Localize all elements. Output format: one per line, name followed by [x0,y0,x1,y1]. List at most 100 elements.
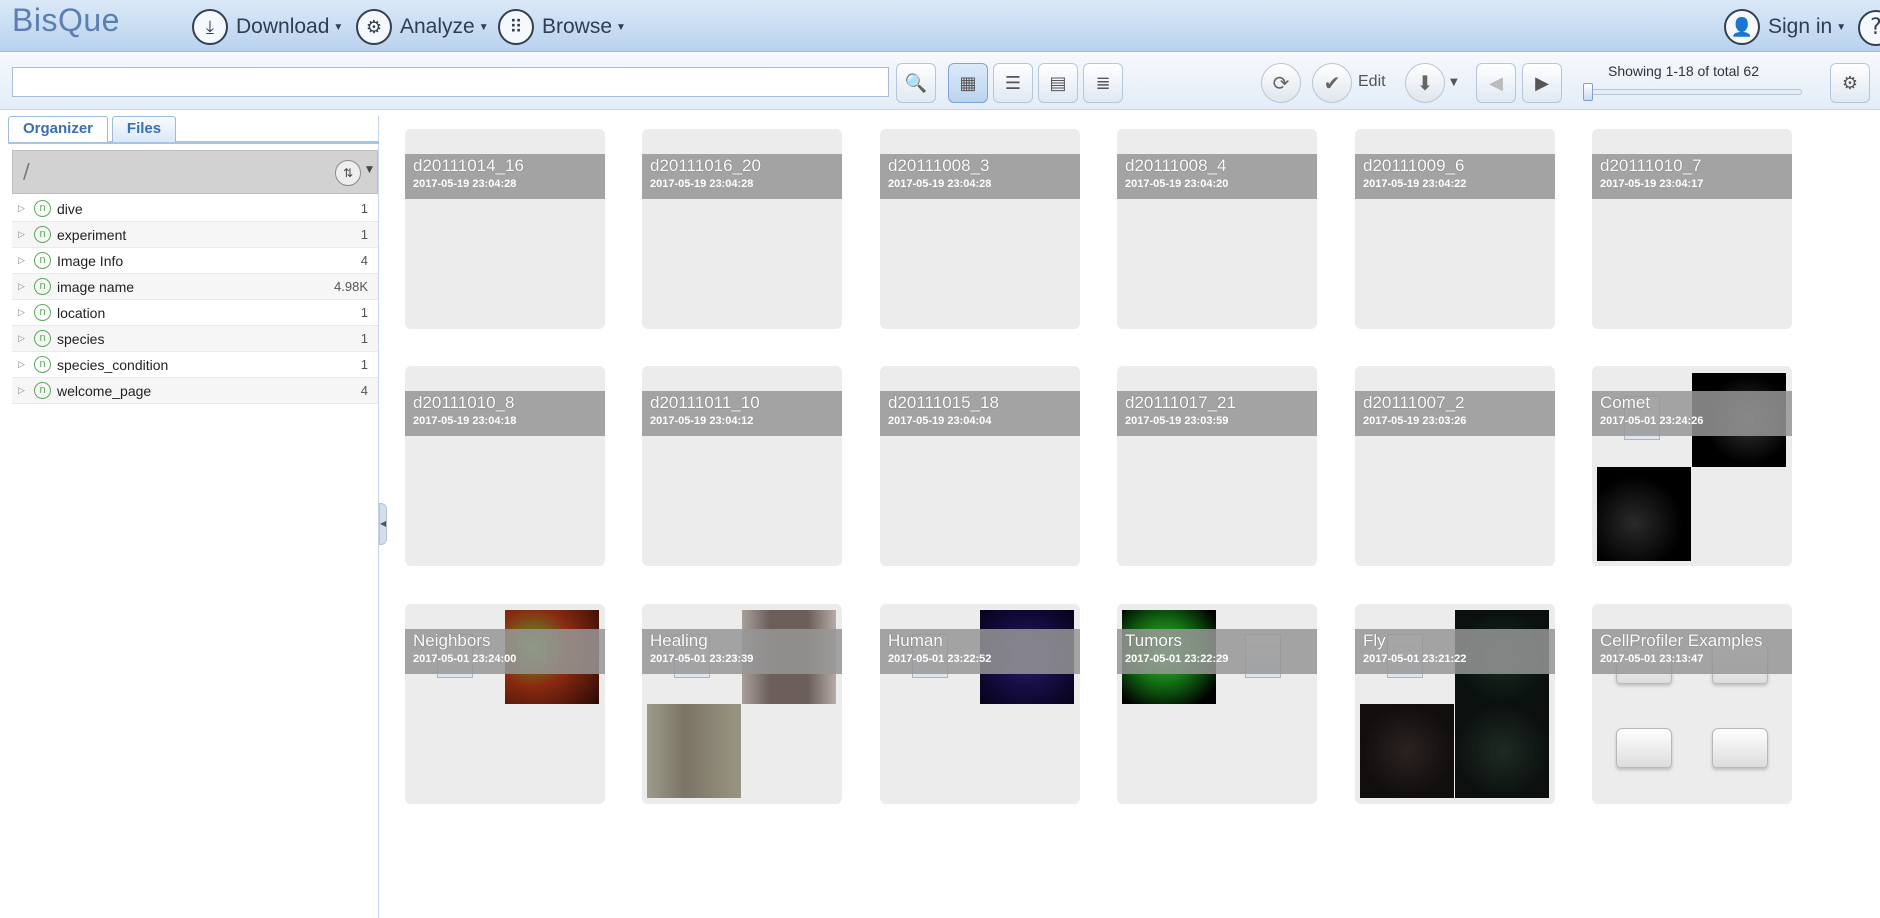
tab-organizer[interactable]: Organizer [8,116,108,142]
browse-menu[interactable]: ⠿ Browse ▼ [498,9,626,45]
chevron-down-icon: ▼ [478,21,489,33]
tag-node-icon: n [34,200,51,217]
card-date: 2017-05-01 23:22:29 [1125,653,1229,665]
resource-card[interactable]: d20111010_8 2017-05-19 23:04:18 [405,366,605,566]
view-cards-button[interactable]: ▤ [1038,63,1078,103]
card-title: Fly [1363,631,1386,650]
tree-item[interactable]: ▷ n species_condition 1 [12,352,378,378]
card-date: 2017-05-19 23:04:28 [650,178,754,190]
tree-item[interactable]: ▷ n Image Info 4 [12,248,378,274]
resource-card[interactable]: d20111010_7 2017-05-19 23:04:17 [1592,129,1792,329]
search-button[interactable]: 🔍 [896,63,936,103]
refresh-icon: ⟳ [1272,71,1290,95]
dataset-card[interactable]: Human 2017-05-01 23:22:52 [880,604,1080,804]
previous-page-button[interactable]: ◀ [1476,63,1516,103]
search-input[interactable] [12,67,889,97]
dataset-thumbnail [1360,704,1454,798]
card-date: 2017-05-19 23:03:26 [1363,415,1467,427]
tag-node-icon: n [34,382,51,399]
tree-item[interactable]: ▷ n location 1 [12,300,378,326]
sign-in-menu[interactable]: 👤 Sign in ▼ [1724,9,1846,45]
download-selected-button[interactable]: ⬇ [1405,63,1445,103]
dataset-card[interactable]: Neighbors 2017-05-01 23:24:00 [405,604,605,804]
tree-item-count: 4 [360,253,368,268]
card-title: d20111008_4 [1125,156,1227,175]
tab-files[interactable]: Files [112,116,176,142]
card-title: d20111014_16 [413,156,524,175]
tree-item[interactable]: ▷ n dive 1 [12,196,378,222]
chevron-down-icon[interactable]: ▼ [366,165,373,175]
tag-node-icon: n [34,226,51,243]
resource-card[interactable]: d20111011_10 2017-05-19 23:04:12 [642,366,842,566]
dataset-card[interactable]: Tumors 2017-05-01 23:22:29 [1117,604,1317,804]
browse-menu-label: Browse [542,15,613,38]
card-title: Tumors [1125,631,1182,650]
card-title: Neighbors [413,631,491,650]
search-icon: 🔍 [904,72,928,94]
settings-button[interactable]: ⚙ [1830,63,1870,103]
zoom-slider-track[interactable] [1584,89,1802,95]
collapse-panel-handle[interactable]: ◀ [379,503,387,545]
tree-item[interactable]: ▷ n species 1 [12,326,378,352]
help-icon[interactable]: ? [1858,10,1880,46]
tree-item-label: image name [57,279,135,295]
expand-arrow-icon[interactable]: ▷ [18,307,25,318]
sign-in-label: Sign in [1768,15,1833,38]
tag-node-icon: n [34,278,51,295]
dataset-card[interactable]: CellProfiler Examples 2017-05-01 23:13:4… [1592,604,1792,804]
tree-item[interactable]: ▷ n image name 4.98K [12,274,378,300]
download-icon: ⤓ [192,9,228,45]
dataset-thumbnail [1455,704,1549,798]
expand-arrow-icon[interactable]: ▷ [18,281,25,292]
tree-item-count: 1 [360,357,368,372]
expand-arrow-icon[interactable]: ▷ [18,255,25,266]
app-logo[interactable]: BisQue [12,2,120,39]
dataset-thumbnail [1597,467,1691,561]
expand-arrow-icon[interactable]: ▷ [18,359,25,370]
view-list-button[interactable]: ☰ [993,63,1033,103]
gear-icon: ⚙ [1841,72,1859,94]
sort-icon: ⇅ [342,166,354,180]
resource-card[interactable]: d20111014_16 2017-05-19 23:04:28 [405,129,605,329]
card-title: Healing [650,631,708,650]
arrow-down-icon: ⬇ [1416,71,1434,95]
resource-card[interactable]: d20111015_18 2017-05-19 23:04:04 [880,366,1080,566]
analyze-menu-label: Analyze [400,15,475,38]
resource-card[interactable]: d20111007_2 2017-05-19 23:03:26 [1355,366,1555,566]
tree-item-label: Image Info [57,253,124,269]
download-menu[interactable]: ⤓ Download ▼ [192,9,343,45]
resource-card[interactable]: d20111009_6 2017-05-19 23:04:22 [1355,129,1555,329]
view-details-button[interactable]: ≣ [1083,63,1123,103]
card-title: d20111010_8 [413,393,515,412]
zoom-slider-handle[interactable] [1583,83,1593,101]
dataset-card[interactable]: Fly 2017-05-01 23:21:22 [1355,604,1555,804]
tree-item-label: species [57,331,105,347]
next-page-button[interactable]: ▶ [1522,63,1562,103]
expand-arrow-icon[interactable]: ▷ [18,385,25,396]
edit-button[interactable]: ✔ [1312,63,1352,103]
resource-card[interactable]: d20111008_3 2017-05-19 23:04:28 [880,129,1080,329]
tree-item[interactable]: ▷ n experiment 1 [12,222,378,248]
card-date: 2017-05-01 23:13:47 [1600,653,1704,665]
expand-arrow-icon[interactable]: ▷ [18,333,25,344]
tree-item[interactable]: ▷ n welcome_page 4 [12,378,378,404]
refresh-button[interactable]: ⟳ [1261,63,1301,103]
resource-card[interactable]: d20111017_21 2017-05-19 23:03:59 [1117,366,1317,566]
resource-card[interactable]: d20111008_4 2017-05-19 23:04:20 [1117,129,1317,329]
edit-label[interactable]: Edit [1358,73,1386,91]
card-title: d20111017_21 [1125,393,1236,412]
view-thumbnails-button[interactable]: ▦ [948,63,988,103]
chevron-down-icon[interactable]: ▼ [1450,77,1458,88]
resource-card[interactable]: d20111016_20 2017-05-19 23:04:28 [642,129,842,329]
expand-arrow-icon[interactable]: ▷ [18,203,25,214]
dataset-card[interactable]: Comet 2017-05-01 23:24:26 [1592,366,1792,566]
dataset-card[interactable]: Healing 2017-05-01 23:23:39 [642,604,842,804]
tree-item-label: dive [57,201,83,217]
tree-item-label: location [57,305,106,321]
expand-arrow-icon[interactable]: ▷ [18,229,25,240]
analyze-menu[interactable]: ⚙ Analyze ▼ [356,9,489,45]
sort-button[interactable]: ⇅ [335,160,361,186]
card-icon: ▤ [1049,72,1067,94]
tree-item-count: 1 [360,331,368,346]
organizer-panel: Organizer Files / ⇅ ▼ ▷ n dive 1 ▷ n experime… [8,116,379,918]
